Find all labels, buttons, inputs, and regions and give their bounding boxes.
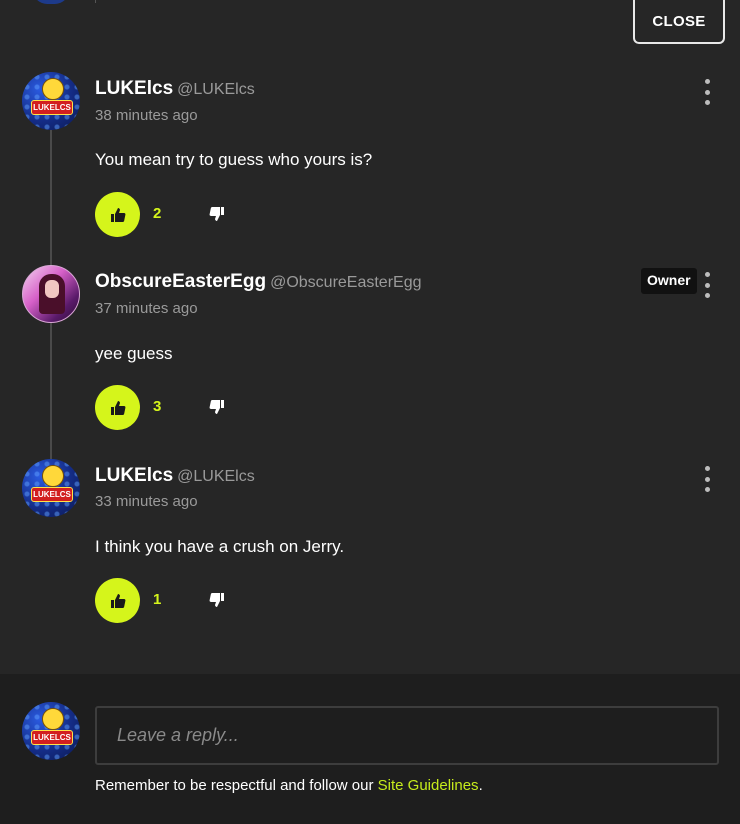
like-button[interactable] — [95, 192, 140, 237]
dislike-button[interactable] — [205, 588, 229, 612]
comment-text: I think you have a crush on Jerry. — [95, 537, 345, 556]
reply-input[interactable] — [95, 706, 719, 765]
more-options-icon[interactable] — [697, 272, 717, 298]
avatar-face — [42, 78, 64, 100]
guidelines-notice: Remember to be respectful and follow our… — [95, 777, 483, 794]
comment-author[interactable]: LUKElcs @LUKElcs — [95, 465, 255, 487]
thumbs-up-icon — [110, 207, 125, 222]
author-name[interactable]: LUKElcs — [95, 78, 173, 99]
avatar-logo-text: LUKELCS — [31, 487, 73, 502]
thumbs-up-icon — [110, 400, 125, 415]
comment-author[interactable]: ObscureEasterEgg @ObscureEasterEgg — [95, 271, 422, 293]
thumbs-down-icon — [209, 400, 224, 414]
like-button[interactable] — [95, 385, 140, 430]
avatar-logo-text: LUKELCS — [31, 730, 73, 745]
avatar-logo-text: LUKELCS — [31, 100, 73, 115]
owner-badge: Owner — [641, 268, 697, 294]
more-options-icon[interactable] — [697, 79, 717, 105]
author-handle[interactable]: @ObscureEasterEgg — [270, 274, 421, 291]
reply-footer: LUKELCS Remember to be respectful and fo… — [0, 674, 740, 824]
close-button[interactable]: CLOSE — [633, 0, 725, 44]
dislike-button[interactable] — [205, 395, 229, 419]
comment-time: 37 minutes ago — [95, 300, 198, 317]
thumbs-down-icon — [209, 593, 224, 607]
comment-text: yee guess — [95, 344, 173, 363]
previous-avatar-peek — [33, 0, 69, 4]
comment-time: 33 minutes ago — [95, 493, 198, 510]
more-options-icon[interactable] — [697, 466, 717, 492]
guidelines-suffix: . — [478, 777, 483, 794]
comment-time: 38 minutes ago — [95, 107, 198, 124]
like-button[interactable] — [95, 578, 140, 623]
top-divider-peek — [95, 0, 96, 3]
like-count: 2 — [153, 205, 162, 222]
dislike-button[interactable] — [205, 202, 229, 226]
site-guidelines-link[interactable]: Site Guidelines — [378, 777, 479, 794]
thumbs-up-icon — [110, 593, 125, 608]
like-count: 3 — [153, 398, 162, 415]
current-user-avatar: LUKELCS — [22, 702, 80, 760]
avatar[interactable] — [22, 265, 80, 323]
avatar-face — [42, 465, 64, 487]
author-name[interactable]: LUKElcs — [95, 465, 173, 486]
avatar[interactable]: LUKELCS — [22, 72, 80, 130]
comment-author[interactable]: LUKElcs @LUKElcs — [95, 78, 255, 100]
thumbs-down-icon — [209, 207, 224, 221]
comment-text: You mean try to guess who yours is? — [95, 150, 373, 169]
like-count: 1 — [153, 591, 162, 608]
author-handle[interactable]: @LUKElcs — [177, 468, 255, 485]
avatar[interactable]: LUKELCS — [22, 459, 80, 517]
author-name[interactable]: ObscureEasterEgg — [95, 271, 266, 292]
author-handle[interactable]: @LUKElcs — [177, 81, 255, 98]
guidelines-text: Remember to be respectful and follow our — [95, 777, 378, 794]
avatar-face — [42, 708, 64, 730]
avatar-face — [45, 280, 59, 298]
